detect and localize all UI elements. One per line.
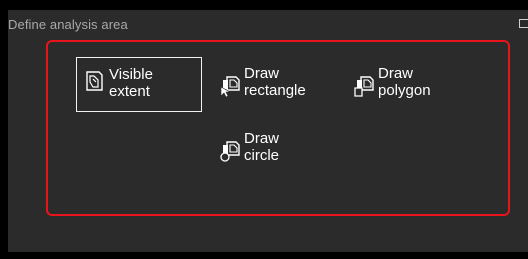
panel-title: Define analysis area	[8, 17, 128, 32]
draw-circle-icon	[220, 141, 240, 162]
visible-extent-button[interactable]: Visible extent	[76, 57, 202, 112]
draw-polygon-button[interactable]: Draw polygon	[354, 65, 474, 115]
draw-rectangle-icon	[220, 76, 240, 97]
visible-extent-label: Visible extent	[109, 66, 153, 100]
draw-rectangle-button[interactable]: Draw rectangle	[220, 65, 340, 115]
draw-circle-label: Draw circle	[244, 130, 280, 164]
visible-extent-icon	[86, 71, 103, 91]
define-analysis-area-panel: Define analysis area Visible extent Draw…	[8, 10, 528, 252]
panel-bottom-edge	[8, 252, 528, 259]
app-frame: Define analysis area Visible extent Draw…	[0, 0, 528, 259]
expand-icon[interactable]	[519, 19, 528, 28]
draw-polygon-icon	[354, 76, 374, 97]
panel-header: Define analysis area	[8, 10, 528, 40]
draw-rectangle-label: Draw rectangle	[244, 65, 306, 99]
draw-polygon-label: Draw polygon	[378, 65, 431, 99]
draw-circle-button[interactable]: Draw circle	[220, 130, 340, 180]
